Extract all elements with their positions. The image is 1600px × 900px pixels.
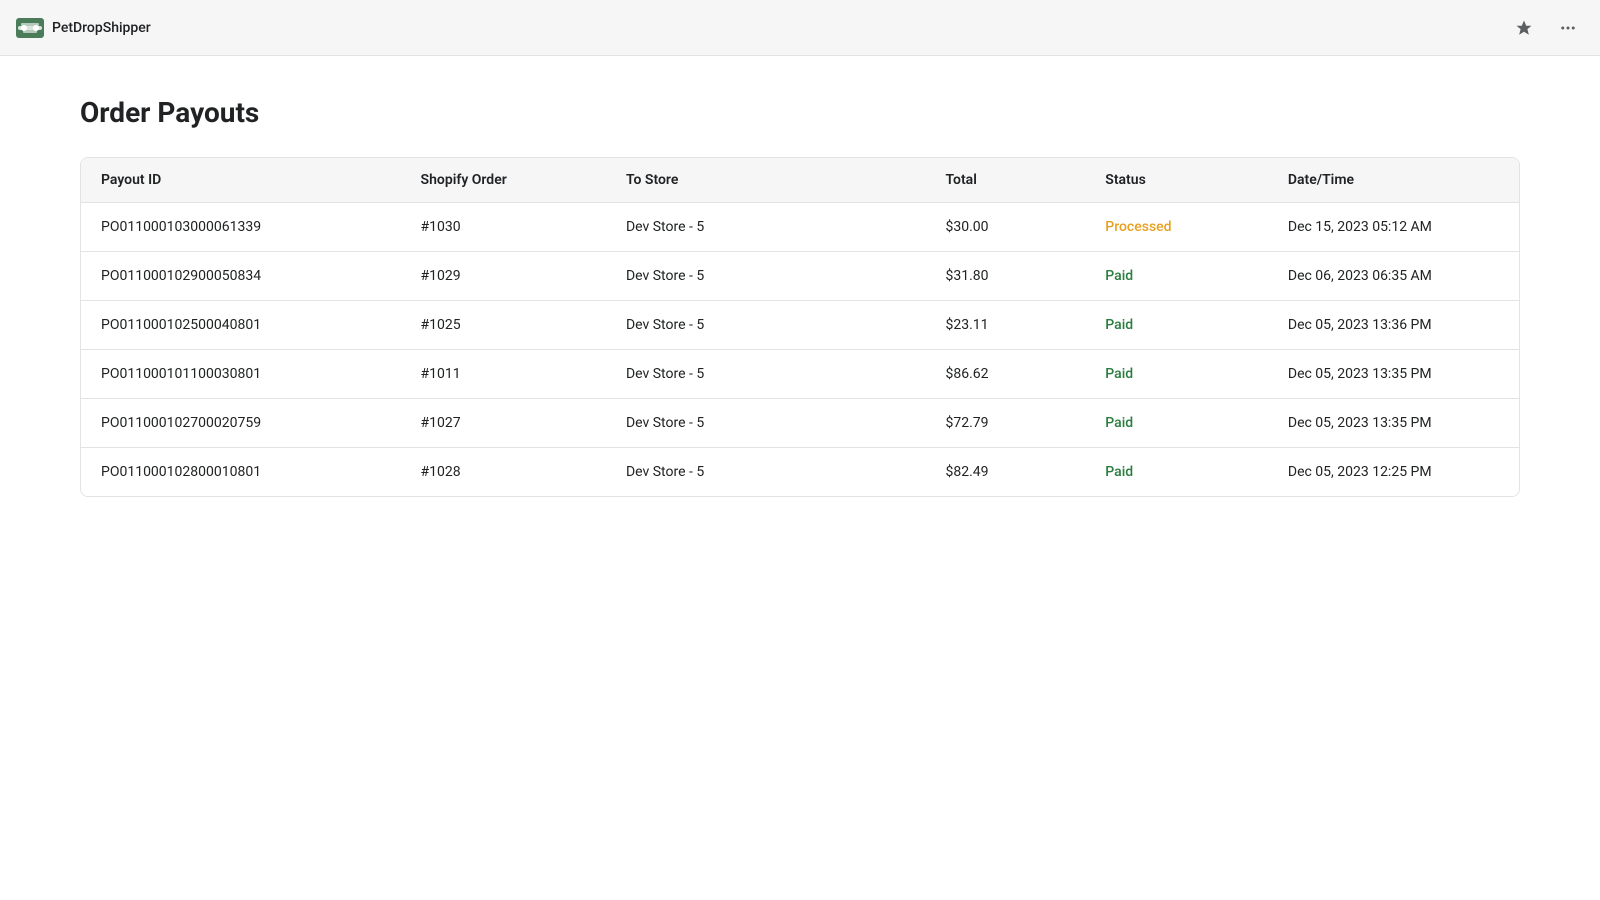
cell-total: $72.79 xyxy=(926,399,1086,448)
page-title: Order Payouts xyxy=(80,96,1520,129)
payouts-table: Payout ID Shopify Order To Store Total S… xyxy=(81,158,1519,496)
cell-total: $82.49 xyxy=(926,448,1086,497)
cell-status: Paid xyxy=(1085,301,1268,350)
table-row: PO011000102900050834 #1029 Dev Store - 5… xyxy=(81,252,1519,301)
col-header-to-store: To Store xyxy=(606,158,926,203)
cell-total: $31.80 xyxy=(926,252,1086,301)
col-header-total: Total xyxy=(926,158,1086,203)
cell-datetime: Dec 05, 2023 12:25 PM xyxy=(1268,448,1519,497)
cell-datetime: Dec 05, 2023 13:35 PM xyxy=(1268,399,1519,448)
status-badge: Paid xyxy=(1105,317,1133,333)
cell-total: $30.00 xyxy=(926,203,1086,252)
col-header-datetime: Date/Time xyxy=(1268,158,1519,203)
payouts-table-container: Payout ID Shopify Order To Store Total S… xyxy=(80,157,1520,497)
more-options-button[interactable] xyxy=(1552,12,1584,44)
cell-status: Paid xyxy=(1085,399,1268,448)
cell-payout-id: PO011000102700020759 xyxy=(81,399,401,448)
cell-payout-id: PO011000103000061339 xyxy=(81,203,401,252)
table-row: PO011000101100030801 #1011 Dev Store - 5… xyxy=(81,350,1519,399)
app-name: PetDropShipper xyxy=(52,20,151,36)
cell-total: $86.62 xyxy=(926,350,1086,399)
pin-button[interactable] xyxy=(1508,12,1540,44)
cell-to-store: Dev Store - 5 xyxy=(606,203,926,252)
main-content: Order Payouts Payout ID Shopify Order To… xyxy=(0,56,1600,537)
cell-payout-id: PO011000102900050834 xyxy=(81,252,401,301)
status-badge: Paid xyxy=(1105,268,1133,284)
table-header-row: Payout ID Shopify Order To Store Total S… xyxy=(81,158,1519,203)
cell-shopify-order: #1028 xyxy=(401,448,606,497)
cell-to-store: Dev Store - 5 xyxy=(606,252,926,301)
app-logo xyxy=(16,18,44,38)
cell-datetime: Dec 06, 2023 06:35 AM xyxy=(1268,252,1519,301)
cell-to-store: Dev Store - 5 xyxy=(606,448,926,497)
col-header-payout-id: Payout ID xyxy=(81,158,401,203)
cell-shopify-order: #1027 xyxy=(401,399,606,448)
cell-status: Paid xyxy=(1085,448,1268,497)
status-badge: Paid xyxy=(1105,415,1133,431)
table-row: PO011000102800010801 #1028 Dev Store - 5… xyxy=(81,448,1519,497)
cell-shopify-order: #1011 xyxy=(401,350,606,399)
col-header-shopify-order: Shopify Order xyxy=(401,158,606,203)
table-body: PO011000103000061339 #1030 Dev Store - 5… xyxy=(81,203,1519,497)
top-bar-left: PetDropShipper xyxy=(16,18,151,38)
cell-status: Paid xyxy=(1085,350,1268,399)
cell-shopify-order: #1029 xyxy=(401,252,606,301)
cell-status: Processed xyxy=(1085,203,1268,252)
cell-datetime: Dec 05, 2023 13:35 PM xyxy=(1268,350,1519,399)
cell-payout-id: PO011000101100030801 xyxy=(81,350,401,399)
cell-to-store: Dev Store - 5 xyxy=(606,399,926,448)
status-badge: Paid xyxy=(1105,366,1133,382)
cell-to-store: Dev Store - 5 xyxy=(606,350,926,399)
top-bar-actions xyxy=(1508,12,1584,44)
table-header: Payout ID Shopify Order To Store Total S… xyxy=(81,158,1519,203)
table-row: PO011000102700020759 #1027 Dev Store - 5… xyxy=(81,399,1519,448)
col-header-status: Status xyxy=(1085,158,1268,203)
cell-to-store: Dev Store - 5 xyxy=(606,301,926,350)
cell-datetime: Dec 15, 2023 05:12 AM xyxy=(1268,203,1519,252)
cell-status: Paid xyxy=(1085,252,1268,301)
cell-shopify-order: #1025 xyxy=(401,301,606,350)
table-row: PO011000102500040801 #1025 Dev Store - 5… xyxy=(81,301,1519,350)
top-bar: PetDropShipper xyxy=(0,0,1600,56)
status-badge: Paid xyxy=(1105,464,1133,480)
cell-payout-id: PO011000102500040801 xyxy=(81,301,401,350)
cell-datetime: Dec 05, 2023 13:36 PM xyxy=(1268,301,1519,350)
table-row: PO011000103000061339 #1030 Dev Store - 5… xyxy=(81,203,1519,252)
status-badge: Processed xyxy=(1105,219,1171,235)
cell-total: $23.11 xyxy=(926,301,1086,350)
cell-payout-id: PO011000102800010801 xyxy=(81,448,401,497)
cell-shopify-order: #1030 xyxy=(401,203,606,252)
